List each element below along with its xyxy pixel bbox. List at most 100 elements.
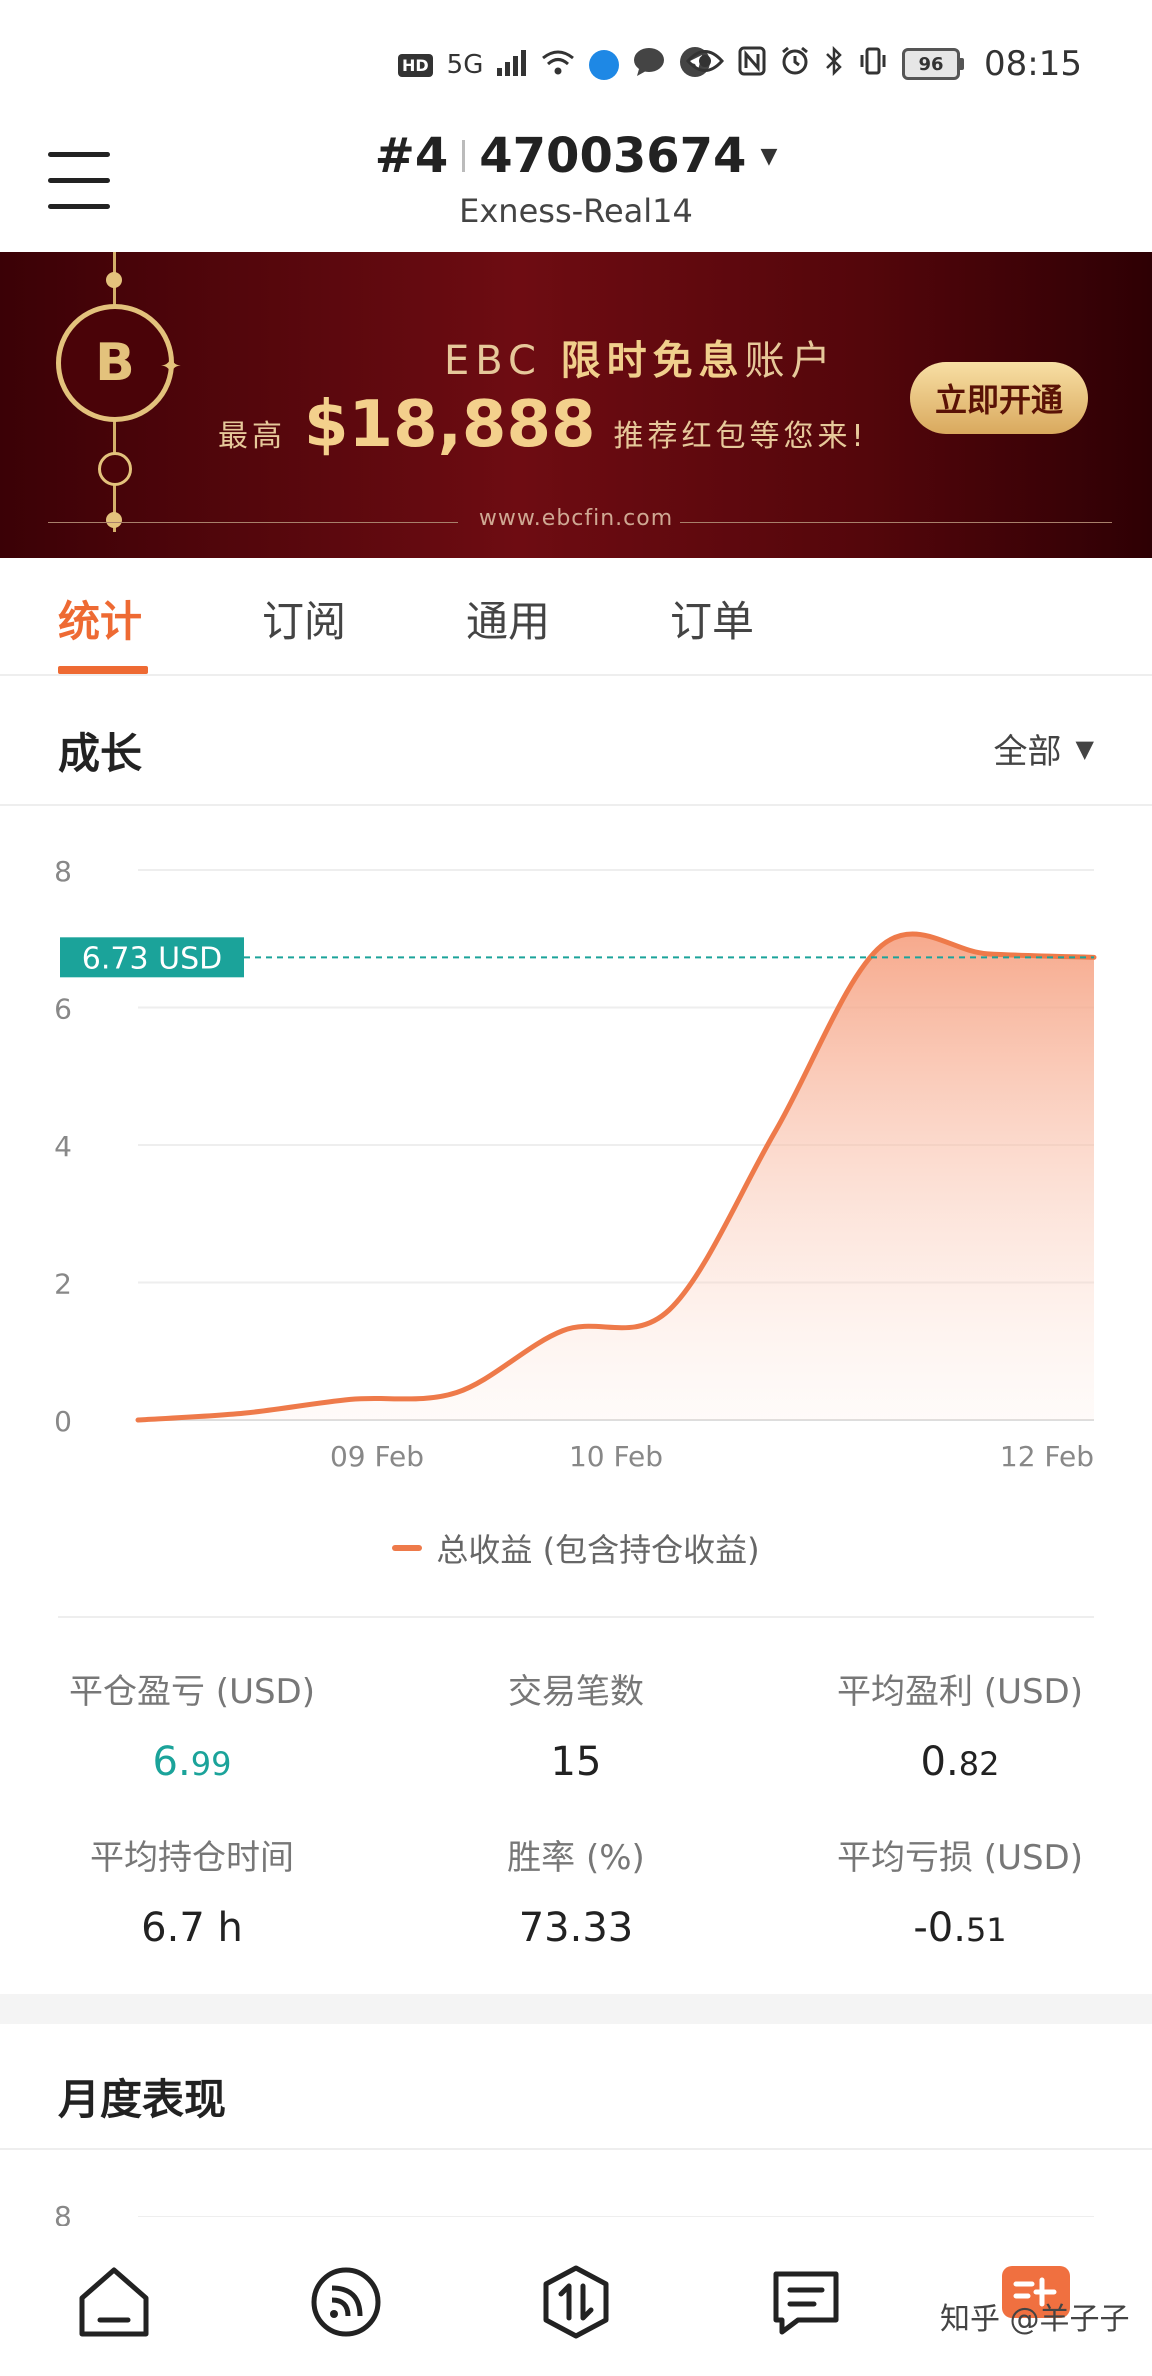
stat-label: 平仓盈亏 (USD) — [69, 1672, 315, 1712]
feed-icon — [306, 2267, 386, 2346]
stat-trade-count: 交易笔数 15 — [384, 1664, 768, 1785]
banner-highlight: 限时免息 — [560, 338, 745, 384]
x-tick-label: 09 Feb — [330, 1440, 424, 1473]
stat-value: 6.7 h — [0, 1905, 384, 1951]
battery-tip — [960, 58, 965, 70]
eye-icon — [686, 48, 725, 80]
status-left: HD 5G — [398, 46, 711, 84]
section-gap — [0, 1994, 1152, 2024]
y-tick-label: 2 — [54, 1268, 72, 1301]
stat-value: 15 — [384, 1739, 768, 1785]
account-selector[interactable]: #4 47003674 ▼ Exness-Real14 — [0, 128, 1152, 230]
banner-ornament-bead — [106, 272, 122, 288]
alarm-icon — [780, 46, 810, 82]
stat-value-decimal: 99 — [190, 1745, 232, 1783]
stat-value-main: 0. — [920, 1739, 959, 1785]
account-number: 47003674 — [479, 128, 747, 184]
nav-messages[interactable] — [766, 2262, 846, 2342]
tab-bar: 统计 订阅 通用 订单 — [0, 558, 1152, 676]
bluetooth-icon — [824, 45, 844, 82]
x-tick-label: 12 Feb — [1000, 1440, 1094, 1473]
network-indicator: 5G — [446, 50, 484, 80]
stat-avg-profit: 平均盈利 (USD) 0.82 — [768, 1664, 1152, 1785]
stat-value-decimal: 82 — [958, 1745, 1000, 1783]
period-filter-dropdown[interactable]: 全部 ▼ — [994, 724, 1094, 773]
legend-label: 总收益 (包含持仓收益) — [436, 1531, 760, 1569]
stat-value-main: 6.7 h — [141, 1905, 243, 1951]
y-tick-label: 4 — [54, 1130, 72, 1163]
period-filter-value: 全部 — [993, 732, 1062, 772]
vibrate-icon — [858, 46, 888, 82]
banner-subline: 最高 $18,888 推荐红包等您来! — [218, 388, 868, 462]
promo-banner[interactable]: B ✦ EBC 限时免息账户 最高 $18,888 推荐红包等您来! 立即开通 … — [0, 252, 1152, 558]
browser-notification-icon — [589, 50, 620, 80]
account-separator — [462, 140, 466, 172]
growth-section-header: 成长 全部 ▼ — [0, 678, 1152, 806]
account-prefix: #4 — [374, 128, 449, 184]
tab-general[interactable]: 通用 — [466, 588, 550, 649]
status-right: 96 08:15 — [686, 44, 1082, 84]
stat-value: 0.82 — [768, 1739, 1152, 1785]
wifi-icon — [541, 48, 575, 82]
stat-value-main: 73.33 — [518, 1905, 634, 1951]
app-header: #4 47003674 ▼ Exness-Real14 — [0, 120, 1152, 250]
home-icon — [74, 2267, 154, 2346]
stat-win-rate: 胜率 (%) 73.33 — [384, 1830, 768, 1951]
stat-value-main: -0. — [913, 1905, 966, 1951]
hd-badge: HD — [398, 53, 433, 77]
banner-headline: EBC 限时免息账户 — [444, 328, 837, 386]
stat-value-decimal: 51 — [965, 1911, 1007, 1949]
stat-label: 平均持仓时间 — [90, 1838, 294, 1878]
account-switcher[interactable]: #4 47003674 ▼ — [375, 128, 778, 184]
tab-orders[interactable]: 订单 — [670, 588, 754, 649]
banner-cta-button[interactable]: 立即开通 — [910, 362, 1088, 434]
trade-icon — [536, 2265, 616, 2346]
growth-chart: 0 2 4 6 8 09 Feb 10 Feb 12 Feb 6.73 USD — [0, 810, 1152, 1590]
nav-trade[interactable] — [536, 2262, 616, 2342]
messages-icon — [766, 2271, 846, 2346]
monthly-gridline — [138, 2216, 1094, 2217]
current-value-label: 6.73 USD — [82, 941, 222, 976]
banner-subline-post: 推荐红包等您来! — [613, 419, 868, 454]
ebc-logo-icon: B — [56, 304, 174, 422]
battery-indicator: 96 — [902, 48, 965, 80]
stat-value: 6.99 — [0, 1739, 384, 1785]
nav-home[interactable] — [74, 2262, 154, 2342]
sparkle-icon: ✦ — [160, 352, 182, 382]
x-tick-label: 10 Feb — [569, 1440, 663, 1473]
stat-value: -0.51 — [768, 1905, 1152, 1951]
watermark: 知乎 @羊子子 — [940, 2302, 1130, 2337]
stat-value-main: 6. — [152, 1739, 191, 1785]
stat-avg-hold-time: 平均持仓时间 6.7 h — [0, 1830, 384, 1951]
monthly-section-header: 月度表现 — [0, 2024, 1152, 2150]
chart-legend: 总收益 (包含持仓收益) — [0, 1525, 1152, 1571]
caret-down-icon: ▼ — [760, 143, 778, 169]
monthly-title: 月度表现 — [58, 2075, 227, 2124]
banner-subline-pre: 最高 — [218, 419, 286, 454]
banner-headline-post: 账户 — [744, 338, 837, 384]
signal-icon — [497, 48, 527, 82]
legend-swatch — [392, 1545, 423, 1551]
nav-feed[interactable] — [306, 2262, 386, 2342]
stat-label: 平均盈利 (USD) — [837, 1672, 1083, 1712]
tab-statistics[interactable]: 统计 — [58, 588, 142, 649]
status-bar: HD 5G 96 08:15 — [0, 0, 1152, 130]
banner-url: www.ebcfin.com — [478, 506, 674, 531]
banner-brand: EBC — [444, 338, 542, 384]
growth-chart-svg: 0 2 4 6 8 09 Feb 10 Feb 12 Feb 6.73 USD — [54, 855, 1097, 1473]
status-time: 08:15 — [984, 44, 1082, 84]
stat-label: 平均亏损 (USD) — [837, 1838, 1083, 1878]
stat-label: 胜率 (%) — [507, 1838, 645, 1878]
stat-value: 73.33 — [384, 1905, 768, 1951]
stat-value-main: 15 — [550, 1739, 602, 1785]
banner-amount: $18,888 — [304, 388, 596, 462]
y-tick-label: 6 — [54, 993, 72, 1026]
battery-level: 96 — [902, 48, 961, 80]
chat-notification-icon — [633, 47, 665, 83]
stat-label: 交易笔数 — [508, 1672, 644, 1712]
banner-ornament-knot — [98, 452, 132, 486]
tab-active-indicator — [58, 666, 148, 674]
nfc-icon — [738, 46, 766, 82]
tab-subscribe[interactable]: 订阅 — [262, 588, 346, 649]
caret-down-icon: ▼ — [1075, 734, 1094, 763]
